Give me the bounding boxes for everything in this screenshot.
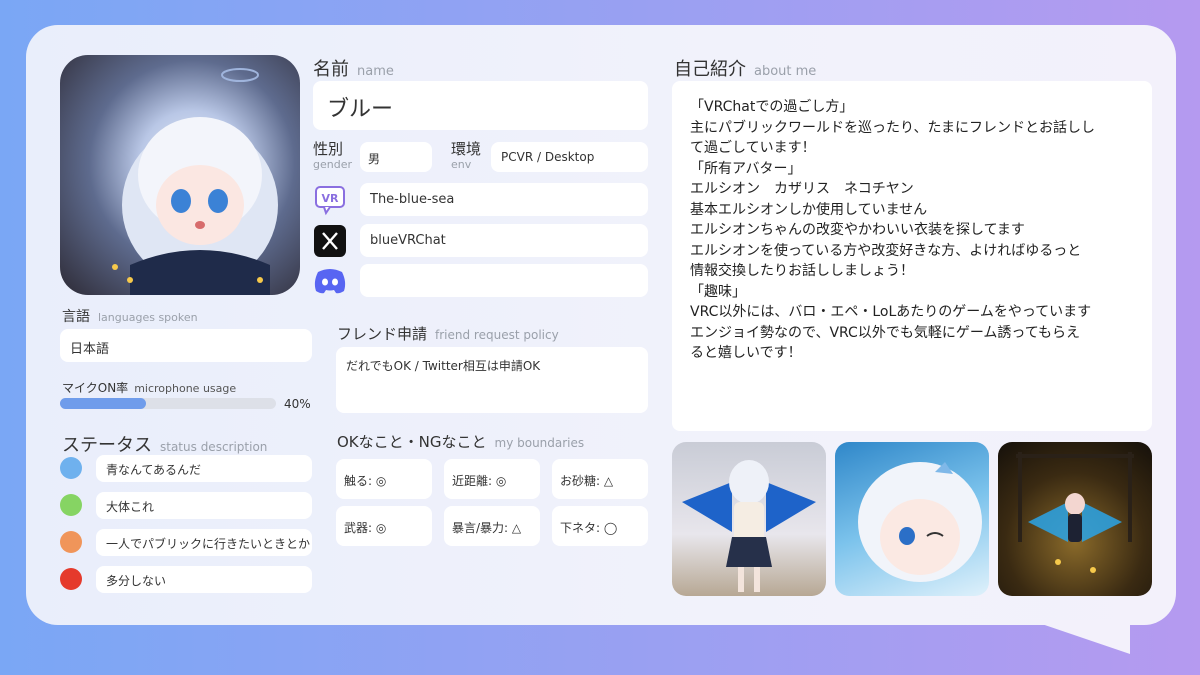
status-label: ステータス (62, 435, 152, 456)
boundary-item: 触る: ◎ (336, 459, 432, 499)
languages-value: 日本語 (70, 342, 110, 357)
boundary-item-text: 近距離: ◎ (452, 474, 507, 488)
about-line: 情報交換したりお話ししましょう！ (690, 263, 914, 279)
boundary-item: 近距離: ◎ (444, 459, 540, 499)
name-label-en: name (357, 64, 394, 79)
status-color-dot (60, 494, 82, 516)
x-username: blueVRChat (370, 233, 446, 248)
discord-logo-icon (312, 266, 348, 296)
about-line: エルシオンを使っている方や改変好きな方、よければゆるっと (690, 242, 1082, 259)
discord-username-field[interactable] (360, 264, 648, 297)
env-label-en: env (451, 158, 472, 171)
boundary-item-text: 触る: ◎ (344, 474, 387, 488)
about-box: 「VRChatでの過ごし方」主にパブリックワールドを巡ったり、たまにフレンドとお… (672, 81, 1152, 431)
languages-field: 日本語 (60, 329, 312, 362)
friend-request-field: だれでもOK / Twitter相互は申請OK (336, 347, 648, 413)
vrchat-username: The-blue-sea (370, 192, 455, 207)
status-item: 青なんてあるんだ (96, 455, 312, 482)
status-color-dot (60, 457, 82, 479)
boundary-item: 暴言/暴力: △ (444, 506, 540, 546)
env-field: PCVR / Desktop (491, 142, 648, 172)
status-item: 一人でパブリックに行きたいときとか (96, 529, 312, 556)
avatar-photo (60, 55, 300, 295)
about-line: 「所有アバター」 (690, 160, 802, 177)
boundary-item-text: 武器: ◎ (344, 521, 387, 535)
about-line: VRC以外には、バロ・エペ・LoLあたりのゲームをやっています (690, 304, 1092, 320)
vrchat-logo-icon: VR (314, 184, 346, 216)
boundary-item-text: 暴言/暴力: △ (452, 521, 522, 535)
mic-label-en: microphone usage (134, 382, 237, 395)
friend-request-label-en: friend request policy (435, 328, 559, 342)
boundary-item: 武器: ◎ (336, 506, 432, 546)
about-line: エルシオンちゃんの改変やかわいい衣装を探してます (690, 222, 1025, 238)
gender-label: 性別 (313, 140, 344, 158)
friend-request-value: だれでもOK / Twitter相互は申請OK (346, 359, 541, 373)
boundaries-label: OKなこと・NGなこと (337, 433, 487, 451)
about-line: て過ごしています！ (690, 140, 816, 156)
gender-value: 男 (368, 152, 381, 166)
status-item: 多分しない (96, 566, 312, 593)
about-line: 基本エルシオンしか使用していません (690, 201, 928, 218)
about-line: エルシオン カザリス ネコチヤン (690, 181, 914, 197)
about-line: エンジョイ勢なので、VRC以外でも気軽にゲーム誘ってもらえ (690, 324, 1081, 341)
boundary-item-text: お砂糖: △ (560, 474, 614, 488)
boundary-item: 下ネタ: ◯ (552, 506, 648, 546)
name-field: ブルー (313, 81, 648, 130)
vrchat-username-field[interactable]: The-blue-sea (360, 183, 648, 216)
boundary-item: お砂糖: △ (552, 459, 648, 499)
about-label-en: about me (754, 64, 817, 79)
speech-bubble-tail (1030, 620, 1130, 654)
status-item-text: 一人でパブリックに行きたいときとか (106, 537, 311, 551)
status-item-text: 青なんてあるんだ (106, 463, 202, 477)
name-value: ブルー (327, 97, 394, 122)
mic-percent: 40% (284, 397, 311, 411)
status-item-text: 多分しない (106, 574, 167, 588)
about-line: 「趣味」 (690, 283, 746, 300)
status-label-en: status description (160, 440, 268, 454)
languages-label: 言語 (62, 309, 90, 325)
name-label: 名前 (313, 59, 349, 80)
mic-label: マイクON率 (62, 381, 129, 395)
env-label: 環境 (451, 140, 482, 158)
gallery-photo-1 (672, 442, 826, 596)
mic-progress-fill (60, 398, 147, 409)
boundaries-label-en: my boundaries (494, 436, 585, 450)
languages-label-en: languages spoken (98, 311, 198, 324)
x-username-field[interactable]: blueVRChat (360, 224, 648, 257)
x-logo-icon (314, 225, 346, 257)
about-line: 「VRChatでの過ごし方」 (690, 99, 854, 115)
about-line: 主にパブリックワールドを巡ったり、たまにフレンドとお話しし (690, 119, 1096, 136)
svg-text:VR: VR (322, 192, 340, 205)
status-color-dot (60, 531, 82, 553)
about-line: ると嬉しいです！ (690, 345, 802, 361)
gallery-photo-3 (998, 442, 1152, 596)
env-value: PCVR / Desktop (501, 150, 595, 164)
gallery-photo-2 (835, 442, 989, 596)
status-color-dot (60, 568, 82, 590)
gender-label-en: gender (313, 158, 352, 171)
friend-request-label: フレンド申請 (337, 325, 428, 343)
boundary-item-text: 下ネタ: ◯ (560, 521, 618, 535)
about-label: 自己紹介 (674, 59, 746, 80)
gender-field: 男 (360, 142, 432, 172)
status-item-text: 大体これ (106, 500, 155, 514)
mic-progress-track (60, 398, 276, 409)
status-item: 大体これ (96, 492, 312, 519)
